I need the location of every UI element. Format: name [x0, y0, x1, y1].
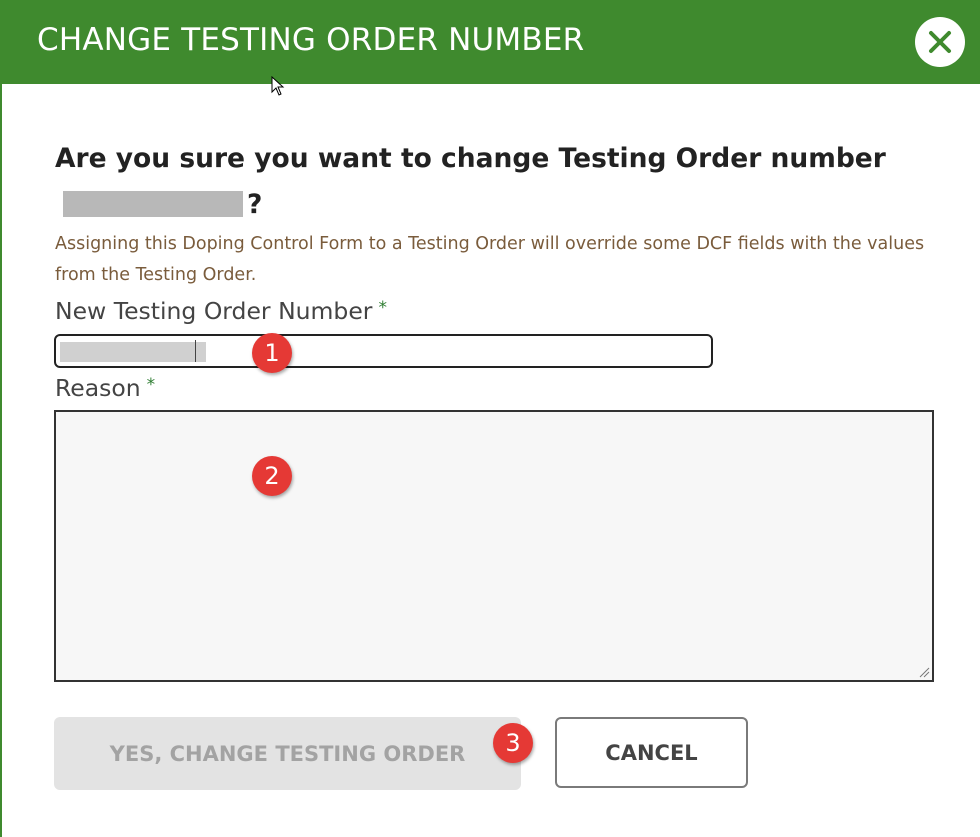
resize-grip-icon[interactable] — [918, 666, 930, 678]
step-marker-2: 2 — [252, 456, 292, 496]
question-text: Are you sure you want to change Testing … — [55, 143, 886, 174]
mouse-pointer-icon — [271, 76, 285, 96]
step-marker-3: 3 — [493, 723, 533, 763]
confirmation-question: Are you sure you want to change Testing … — [55, 136, 915, 228]
new-testing-order-number-input[interactable] — [54, 334, 713, 368]
cancel-button[interactable]: CANCEL — [555, 717, 748, 788]
text-caret — [195, 340, 196, 362]
question-mark: ? — [247, 189, 263, 220]
required-indicator: * — [146, 375, 156, 395]
new-number-label: New Testing Order Number * — [55, 297, 387, 325]
dialog-title: CHANGE TESTING ORDER NUMBER — [37, 22, 585, 58]
dialog-header: CHANGE TESTING ORDER NUMBER — [2, 0, 980, 84]
reason-label: Reason * — [55, 374, 155, 402]
close-button[interactable] — [915, 17, 965, 67]
close-icon — [929, 31, 951, 53]
redacted-input-value — [60, 342, 206, 362]
override-warning-text: Assigning this Doping Control Form to a … — [55, 234, 925, 285]
new-number-label-text: New Testing Order Number — [55, 297, 373, 325]
reason-label-text: Reason — [55, 374, 141, 402]
step-marker-1: 1 — [252, 333, 292, 373]
reason-textarea[interactable] — [54, 410, 934, 682]
required-indicator: * — [378, 298, 387, 318]
change-testing-order-dialog: CHANGE TESTING ORDER NUMBER Are you sure… — [0, 0, 980, 837]
confirm-change-button[interactable]: YES, CHANGE TESTING ORDER — [54, 717, 521, 790]
redacted-order-number — [63, 191, 243, 217]
